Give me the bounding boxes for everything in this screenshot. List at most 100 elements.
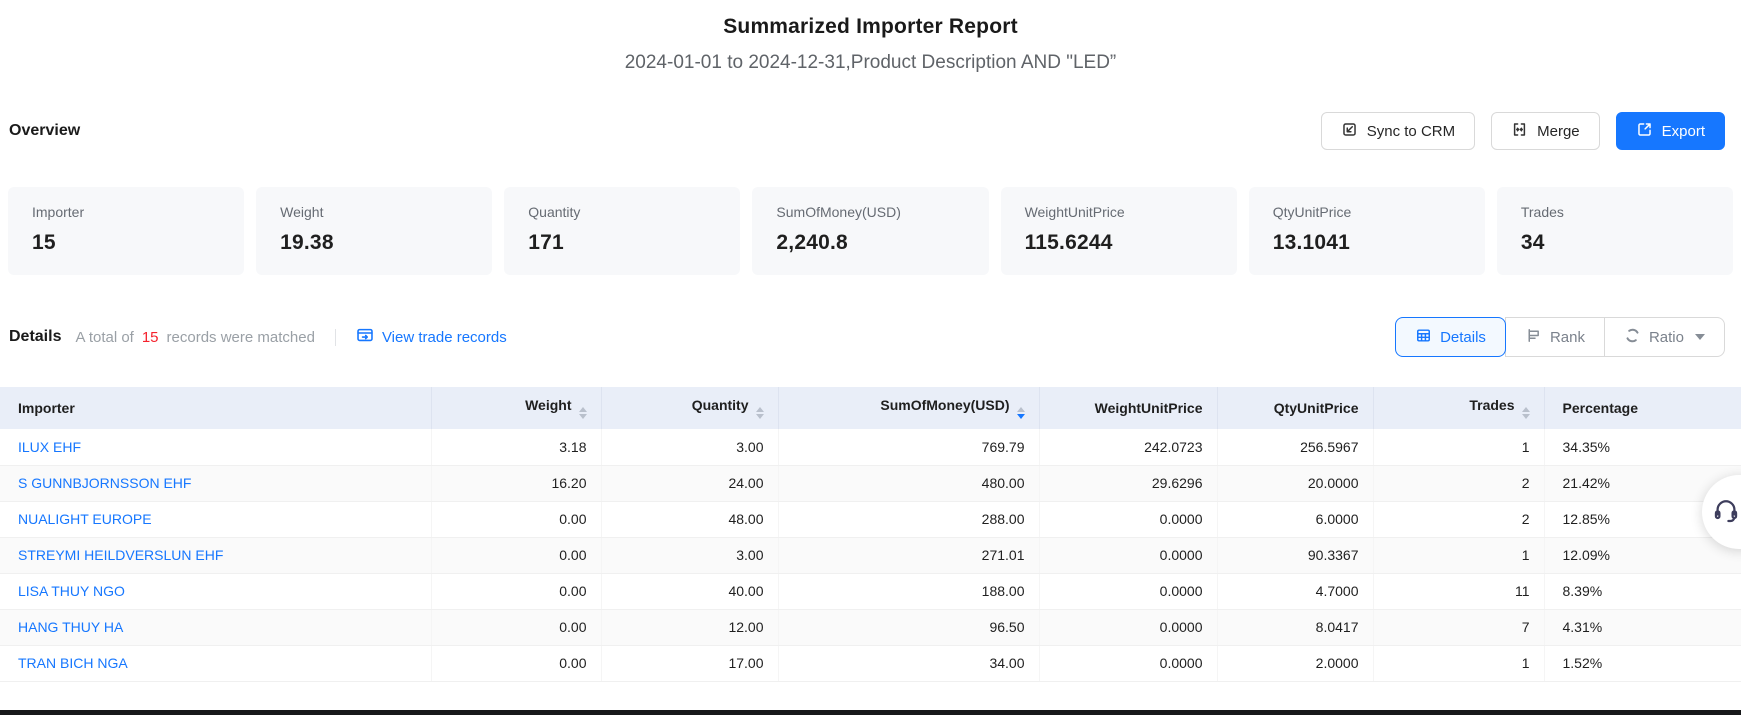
stat-value: 13.1041 [1273, 231, 1461, 255]
cell-quantity: 12.00 [601, 609, 778, 645]
cell-quantity: 17.00 [601, 645, 778, 681]
details-title: Details [9, 328, 61, 346]
sync-to-crm-label: Sync to CRM [1367, 123, 1455, 140]
importer-link[interactable]: TRAN BICH NGA [18, 655, 128, 671]
stat-value: 115.6244 [1025, 231, 1213, 255]
cell-weight_unit_price: 242.0723 [1039, 429, 1217, 465]
stat-card-trades: Trades 34 [1497, 187, 1733, 275]
cell-importer: TRAN BICH NGA [0, 645, 431, 681]
importer-link[interactable]: NUALIGHT EUROPE [18, 511, 152, 527]
table-row: TRAN BICH NGA0.0017.0034.000.00002.00001… [0, 645, 1741, 681]
matched-suffix: records were matched [167, 329, 315, 346]
cell-sum_of_money: 288.00 [778, 501, 1039, 537]
stat-value: 171 [528, 231, 716, 255]
cell-percentage: 4.31% [1544, 609, 1741, 645]
details-summary: Details A total of 15 records were match… [9, 326, 507, 348]
table-body: ILUX EHF3.183.00769.79242.0723256.596713… [0, 429, 1741, 681]
sort-icon[interactable] [1522, 407, 1530, 419]
cell-sum_of_money: 188.00 [778, 573, 1039, 609]
table-row: LISA THUY NGO0.0040.00188.000.00004.7000… [0, 573, 1741, 609]
stat-value: 2,240.8 [776, 231, 964, 255]
cell-percentage: 8.39% [1544, 573, 1741, 609]
stat-label: Quantity [528, 204, 716, 220]
cell-percentage: 1.52% [1544, 645, 1741, 681]
bottom-edge-strip [0, 710, 1741, 715]
stat-card-importer: Importer 15 [8, 187, 244, 275]
stat-card-weight: Weight 19.38 [256, 187, 492, 275]
sort-icon[interactable] [756, 407, 764, 419]
stat-value: 34 [1521, 231, 1709, 255]
cell-quantity: 40.00 [601, 573, 778, 609]
tab-ratio-label: Ratio [1649, 329, 1684, 346]
table-row: NUALIGHT EUROPE 0.0048.00288.000.00006.00… [0, 501, 1741, 537]
cell-quantity: 48.00 [601, 501, 778, 537]
overview-bar: Overview Sync to CRM [0, 111, 1741, 151]
cell-trades: 1 [1373, 537, 1544, 573]
tab-details[interactable]: Details [1395, 317, 1506, 357]
sync-icon [1341, 121, 1358, 142]
cell-weight_unit_price: 0.0000 [1039, 645, 1217, 681]
importer-link[interactable]: HANG THUY HA [18, 619, 123, 635]
cell-weight_unit_price: 0.0000 [1039, 537, 1217, 573]
col-header-weight-unit-price: WeightUnitPrice [1039, 387, 1217, 429]
importer-link[interactable]: LISA THUY NGO [18, 583, 125, 599]
col-header-qty-unit-price: QtyUnitPrice [1217, 387, 1373, 429]
stat-label: Importer [32, 204, 220, 220]
col-header-importer: Importer [0, 387, 431, 429]
cell-trades: 2 [1373, 465, 1544, 501]
cell-quantity: 3.00 [601, 429, 778, 465]
cell-weight_unit_price: 0.0000 [1039, 573, 1217, 609]
col-header-percentage: Percentage [1544, 387, 1741, 429]
view-trade-records-link[interactable]: View trade records [356, 326, 507, 348]
cell-qty_unit_price: 6.0000 [1217, 501, 1373, 537]
table-row: S GUNNBJORNSSON EHF 16.2024.00480.0029.62… [0, 465, 1741, 501]
cell-sum_of_money: 480.00 [778, 465, 1039, 501]
cell-weight: 16.20 [431, 465, 601, 501]
cell-weight_unit_price: 0.0000 [1039, 501, 1217, 537]
cell-weight: 0.00 [431, 501, 601, 537]
trade-records-icon [356, 326, 374, 348]
stat-value: 19.38 [280, 231, 468, 255]
col-header-sum-of-money[interactable]: SumOfMoney(USD) [778, 387, 1039, 429]
sync-to-crm-button[interactable]: Sync to CRM [1321, 112, 1475, 150]
cell-qty_unit_price: 20.0000 [1217, 465, 1373, 501]
cell-quantity: 3.00 [601, 537, 778, 573]
overview-actions: Sync to CRM Merge [1321, 112, 1725, 150]
details-bar: Details A total of 15 records were match… [0, 317, 1741, 357]
stat-label: WeightUnitPrice [1025, 204, 1213, 220]
overview-stat-cards: Importer 15 Weight 19.38 Quantity 171 Su… [0, 187, 1741, 275]
ratio-circle-icon [1624, 327, 1641, 348]
chevron-down-icon [1695, 334, 1705, 340]
stat-card-quantity: Quantity 171 [504, 187, 740, 275]
importer-link[interactable]: S GUNNBJORNSSON EHF [18, 475, 191, 491]
stat-label: Weight [280, 204, 468, 220]
tab-ratio[interactable]: Ratio [1604, 317, 1725, 357]
col-header-trades[interactable]: Trades [1373, 387, 1544, 429]
sort-icon[interactable] [579, 407, 587, 419]
rank-flag-icon [1525, 327, 1542, 348]
cell-sum_of_money: 769.79 [778, 429, 1039, 465]
stat-label: QtyUnitPrice [1273, 204, 1461, 220]
export-button[interactable]: Export [1616, 112, 1725, 150]
stat-card-weight-unit-price: WeightUnitPrice 115.6244 [1001, 187, 1237, 275]
col-header-weight[interactable]: Weight [431, 387, 601, 429]
importer-link[interactable]: ILUX EHF [18, 439, 81, 455]
summarized-importer-report-page: Summarized Importer Report 2024-01-01 to… [0, 0, 1741, 715]
cell-weight: 0.00 [431, 537, 601, 573]
sort-icon-active-desc[interactable] [1017, 407, 1025, 419]
tab-rank[interactable]: Rank [1505, 317, 1605, 357]
col-header-quantity[interactable]: Quantity [601, 387, 778, 429]
matched-count: 15 [142, 329, 159, 346]
merge-button[interactable]: Merge [1491, 112, 1600, 150]
cell-importer: LISA THUY NGO [0, 573, 431, 609]
cell-weight_unit_price: 29.6296 [1039, 465, 1217, 501]
stat-label: SumOfMoney(USD) [776, 204, 964, 220]
cell-quantity: 24.00 [601, 465, 778, 501]
stat-card-sum-of-money: SumOfMoney(USD) 2,240.8 [752, 187, 988, 275]
cell-qty_unit_price: 2.0000 [1217, 645, 1373, 681]
cell-sum_of_money: 34.00 [778, 645, 1039, 681]
cell-weight: 3.18 [431, 429, 601, 465]
table-row: STREYMI HEILDVERSLUN EHF0.003.00271.010.… [0, 537, 1741, 573]
importer-link[interactable]: STREYMI HEILDVERSLUN EHF [18, 547, 223, 563]
vertical-divider [335, 329, 336, 346]
